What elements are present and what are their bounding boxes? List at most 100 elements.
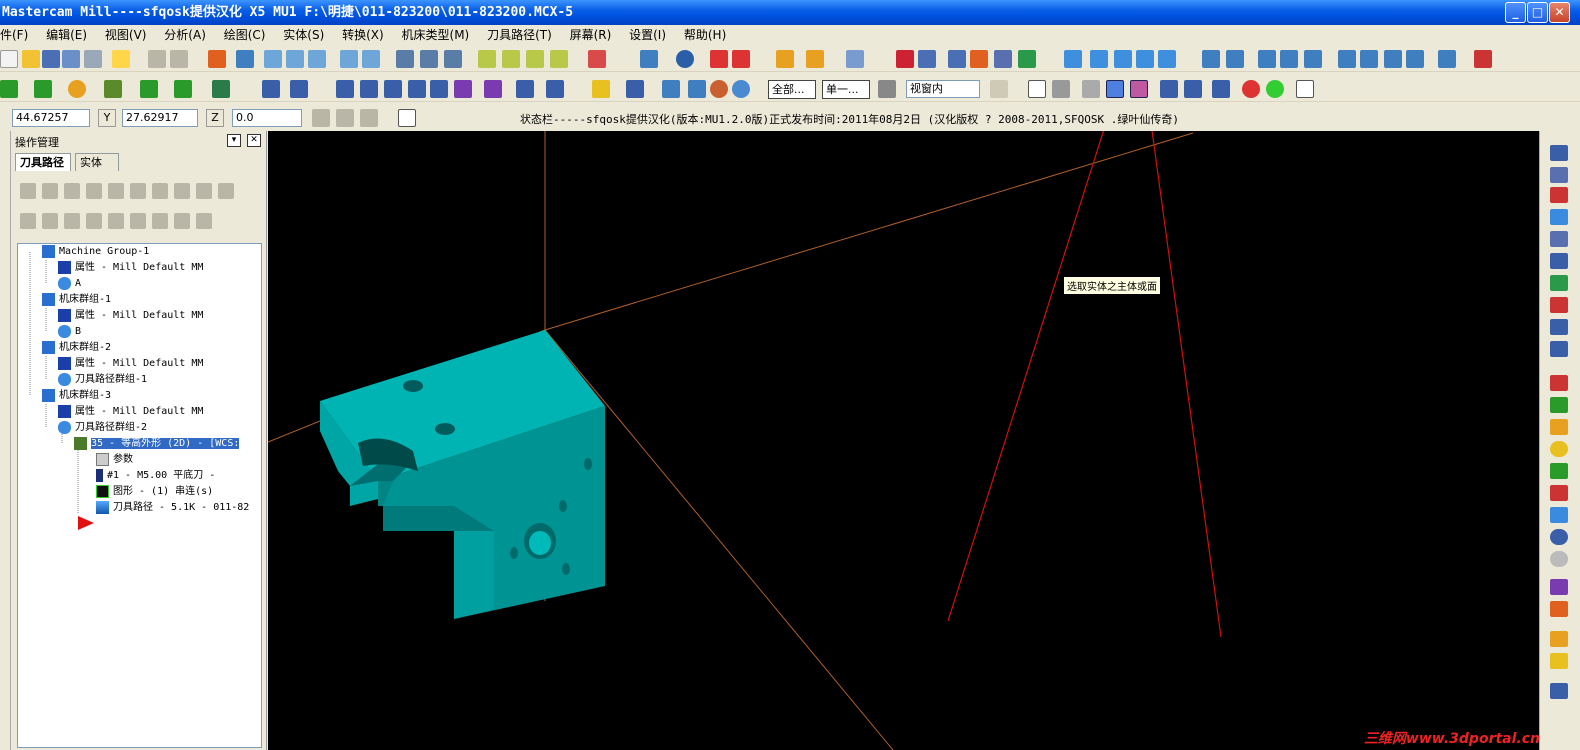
select-body-icon[interactable]: [1106, 80, 1124, 98]
select-back-icon[interactable]: [1160, 80, 1178, 98]
cplane-icon[interactable]: [588, 50, 606, 68]
backplot-ops-icon[interactable]: [108, 183, 124, 199]
zoom-window-icon[interactable]: [264, 50, 282, 68]
cancel-tool-icon[interactable]: [1550, 551, 1568, 567]
menu-edit[interactable]: 编辑(E): [38, 25, 93, 45]
backplot-icon[interactable]: [688, 80, 706, 98]
z-coord-field[interactable]: 0.0: [232, 109, 302, 127]
help-tip-icon[interactable]: [112, 50, 130, 68]
window-icon[interactable]: [1550, 653, 1568, 669]
arc-icon[interactable]: [1550, 419, 1568, 435]
color-icon[interactable]: [1550, 187, 1568, 203]
tree-node[interactable]: 刀具路径群组-1: [58, 372, 147, 388]
move-down-icon[interactable]: [86, 213, 102, 229]
offset-icon[interactable]: [970, 50, 988, 68]
xform-mirror-icon[interactable]: [360, 80, 378, 98]
solid-thicken-icon[interactable]: [1406, 50, 1424, 68]
trim-icon[interactable]: [896, 50, 914, 68]
line-icon[interactable]: [34, 80, 52, 98]
tree-node[interactable]: 属性 - Mill Default MM: [58, 308, 203, 324]
minimize-button[interactable]: _: [1505, 2, 1526, 23]
plus-icon[interactable]: [1550, 397, 1568, 413]
tree-node[interactable]: 属性 - Mill Default MM: [58, 260, 203, 276]
toggle-post-icon[interactable]: [64, 213, 80, 229]
select-solid-icon[interactable]: [1052, 80, 1070, 98]
tree-node[interactable]: 图形 - (1) 串连(s): [96, 484, 213, 500]
join-icon[interactable]: [290, 80, 308, 98]
color-palette-icon[interactable]: [1550, 579, 1568, 595]
pan-icon[interactable]: [208, 50, 226, 68]
layers-icon[interactable]: [1550, 145, 1568, 161]
y-coord-field[interactable]: 27.62917: [122, 109, 198, 127]
tree-node[interactable]: 刀具路径 - 5.1K - 011-82: [96, 500, 249, 516]
solid-chamfer-icon[interactable]: [1202, 50, 1220, 68]
select-face-icon[interactable]: [1130, 80, 1148, 98]
level-icon[interactable]: [1550, 209, 1568, 225]
verify-ops-icon[interactable]: [130, 183, 146, 199]
tile-icon[interactable]: [1550, 631, 1568, 647]
print-icon[interactable]: [84, 50, 102, 68]
break-icon[interactable]: [918, 50, 936, 68]
solid-shade-icon[interactable]: [710, 50, 728, 68]
snap-icon[interactable]: [360, 109, 378, 127]
gview-icon[interactable]: [1550, 319, 1568, 335]
trim-break-icon[interactable]: [262, 80, 280, 98]
regen-ops-icon[interactable]: [64, 183, 80, 199]
analyze-icon[interactable]: [806, 50, 824, 68]
grid-tool-icon[interactable]: [1550, 485, 1568, 501]
menu-create[interactable]: 绘图(C): [216, 25, 272, 45]
autocursor-icon[interactable]: [336, 109, 354, 127]
panel-close-icon[interactable]: ✕: [247, 134, 261, 147]
regen-dirty-icon[interactable]: [86, 183, 102, 199]
globe-icon[interactable]: [1550, 529, 1568, 545]
solid-boolean-icon[interactable]: [1280, 50, 1298, 68]
post-icon[interactable]: [732, 80, 750, 98]
solid-revolve-icon[interactable]: [1090, 50, 1108, 68]
solid-loft-icon[interactable]: [1136, 50, 1154, 68]
save-as-icon[interactable]: [62, 50, 80, 68]
tree-node[interactable]: A: [58, 276, 81, 292]
x-coord-field[interactable]: 44.67257: [12, 109, 90, 127]
redo-icon[interactable]: [170, 50, 188, 68]
ops-help-icon[interactable]: [218, 183, 234, 199]
solid-extrude-icon[interactable]: [1064, 50, 1082, 68]
rectangle-icon[interactable]: [174, 80, 192, 98]
tree-node[interactable]: 机床群组-2: [42, 340, 111, 356]
mask-icon[interactable]: [1550, 231, 1568, 247]
help-icon[interactable]: [1296, 80, 1314, 98]
z-coord-label[interactable]: Z: [206, 109, 224, 127]
save-icon[interactable]: [42, 50, 60, 68]
zoom-in-icon[interactable]: [286, 50, 304, 68]
color-fill-icon[interactable]: [1550, 601, 1568, 617]
panel-menu-icon[interactable]: ▾: [227, 134, 241, 147]
tree-node[interactable]: 机床群组-3: [42, 388, 111, 404]
open-file-icon[interactable]: [22, 50, 40, 68]
expand-icon[interactable]: [1550, 683, 1568, 699]
layout-icon[interactable]: [1438, 50, 1456, 68]
bulb-icon[interactable]: [592, 80, 610, 98]
surface-icon[interactable]: [1550, 507, 1568, 523]
wcs-icon[interactable]: [1550, 275, 1568, 291]
new-file-icon[interactable]: [0, 50, 18, 68]
menu-solids[interactable]: 实体(S): [275, 25, 330, 45]
fit-screen-icon[interactable]: [236, 50, 254, 68]
tree-node[interactable]: Machine Group-1: [42, 244, 149, 260]
menu-view[interactable]: 视图(V): [97, 25, 153, 45]
insert-arrow-marker-icon[interactable]: [78, 516, 98, 530]
tree-node[interactable]: B: [58, 324, 81, 340]
solid-trim-icon[interactable]: [1258, 50, 1276, 68]
tree-node[interactable]: 属性 - Mill Default MM: [58, 356, 203, 372]
close-button[interactable]: ✕: [1549, 2, 1570, 23]
solid-manager-icon[interactable]: [1338, 50, 1356, 68]
menu-settings[interactable]: 设置(I): [621, 25, 672, 45]
plane-icon[interactable]: [1550, 297, 1568, 313]
insert-arrow-icon[interactable]: [130, 213, 146, 229]
solid-layout-icon[interactable]: [1304, 50, 1322, 68]
modify-icon[interactable]: [948, 50, 966, 68]
select-last-icon[interactable]: [1212, 80, 1230, 98]
undo-icon[interactable]: [148, 50, 166, 68]
fillet-icon[interactable]: [104, 80, 122, 98]
view-side-icon[interactable]: [526, 50, 544, 68]
clear-color-icon[interactable]: [396, 50, 414, 68]
menu-toolpaths[interactable]: 刀具路径(T): [479, 25, 558, 45]
